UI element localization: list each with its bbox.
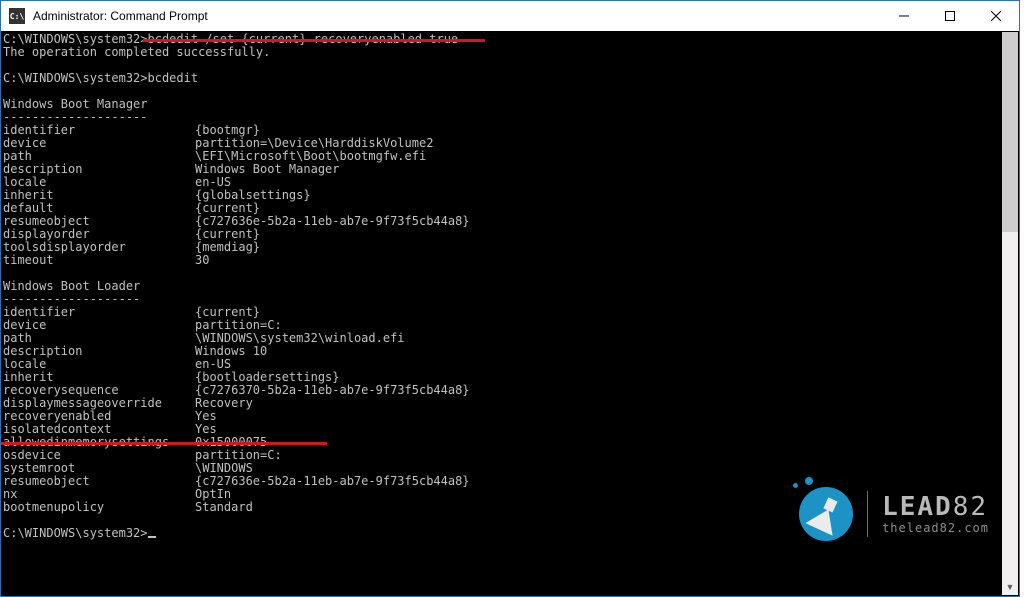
kv-row: descriptionWindows 10 bbox=[3, 345, 1015, 358]
console-output[interactable]: C:\WINDOWS\system32>bcdedit /set {curren… bbox=[1, 31, 1019, 596]
kv-row: displayorder{current} bbox=[3, 228, 1015, 241]
kv-row: devicepartition=C: bbox=[3, 319, 1015, 332]
kv-row: path\EFI\Microsoft\Boot\bootmgfw.efi bbox=[3, 150, 1015, 163]
section-rule: ------------------- bbox=[3, 293, 1015, 306]
kv-value: {c727636e-5b2a-11eb-ab7e-9f73f5cb44a8} bbox=[195, 475, 470, 488]
section-title: Windows Boot Manager bbox=[3, 98, 1015, 111]
scrollbar-thumb[interactable] bbox=[1002, 32, 1018, 232]
kv-row: localeen-US bbox=[3, 176, 1015, 189]
kv-row: localeen-US bbox=[3, 358, 1015, 371]
kv-row: identifier{current} bbox=[3, 306, 1015, 319]
annotation-underline-2 bbox=[1, 442, 327, 445]
console-blank bbox=[3, 267, 1015, 280]
section-title: Windows Boot Loader bbox=[3, 280, 1015, 293]
kv-row: inherit{bootloadersettings} bbox=[3, 371, 1015, 384]
maximize-button[interactable] bbox=[927, 1, 973, 31]
kv-value: Standard bbox=[195, 501, 253, 514]
kv-row: identifier{bootmgr} bbox=[3, 124, 1015, 137]
vertical-scrollbar[interactable]: ▲ ▼ bbox=[1002, 32, 1018, 595]
kv-key: timeout bbox=[3, 254, 195, 267]
text-cursor bbox=[148, 536, 156, 538]
kv-row: displaymessageoverrideRecovery bbox=[3, 397, 1015, 410]
kv-row: osdevicepartition=C: bbox=[3, 449, 1015, 462]
console-line: C:\WINDOWS\system32>bcdedit bbox=[3, 72, 1015, 85]
kv-row: toolsdisplayorder{memdiag} bbox=[3, 241, 1015, 254]
scroll-down-button[interactable]: ▼ bbox=[1002, 578, 1018, 595]
kv-key: bootmenupolicy bbox=[3, 501, 195, 514]
console-blank bbox=[3, 85, 1015, 98]
kv-row: descriptionWindows Boot Manager bbox=[3, 163, 1015, 176]
kv-row: timeout30 bbox=[3, 254, 1015, 267]
window-title: Administrator: Command Prompt bbox=[33, 9, 208, 23]
minimize-button[interactable] bbox=[881, 1, 927, 31]
kv-row: recoveryenabledYes bbox=[3, 410, 1015, 423]
kv-value: 30 bbox=[195, 254, 209, 267]
close-button[interactable] bbox=[973, 1, 1019, 31]
cmd-window: C:\ Administrator: Command Prompt C:\WIN… bbox=[0, 0, 1020, 597]
kv-row: default{current} bbox=[3, 202, 1015, 215]
kv-key: resumeobject bbox=[3, 475, 195, 488]
console-line: The operation completed successfully. bbox=[3, 46, 1015, 59]
separator bbox=[867, 491, 868, 537]
kv-row: devicepartition=\Device\HarddiskVolume2 bbox=[3, 137, 1015, 150]
kv-row: path\WINDOWS\system32\winload.efi bbox=[3, 332, 1015, 345]
kv-row: inherit{globalsettings} bbox=[3, 189, 1015, 202]
watermark: LEAD82 thelead82.com bbox=[799, 487, 989, 541]
cmd-icon: C:\ bbox=[9, 8, 25, 24]
kv-row: resumeobject{c727636e-5b2a-11eb-ab7e-9f7… bbox=[3, 215, 1015, 228]
brand-text: LEAD82 thelead82.com bbox=[882, 494, 989, 535]
kv-row: systemroot\WINDOWS bbox=[3, 462, 1015, 475]
window-controls bbox=[881, 1, 1019, 31]
section-rule: -------------------- bbox=[3, 111, 1015, 124]
flask-logo-icon bbox=[799, 487, 853, 541]
titlebar[interactable]: C:\ Administrator: Command Prompt bbox=[1, 1, 1019, 32]
annotation-underline-1 bbox=[143, 39, 485, 42]
